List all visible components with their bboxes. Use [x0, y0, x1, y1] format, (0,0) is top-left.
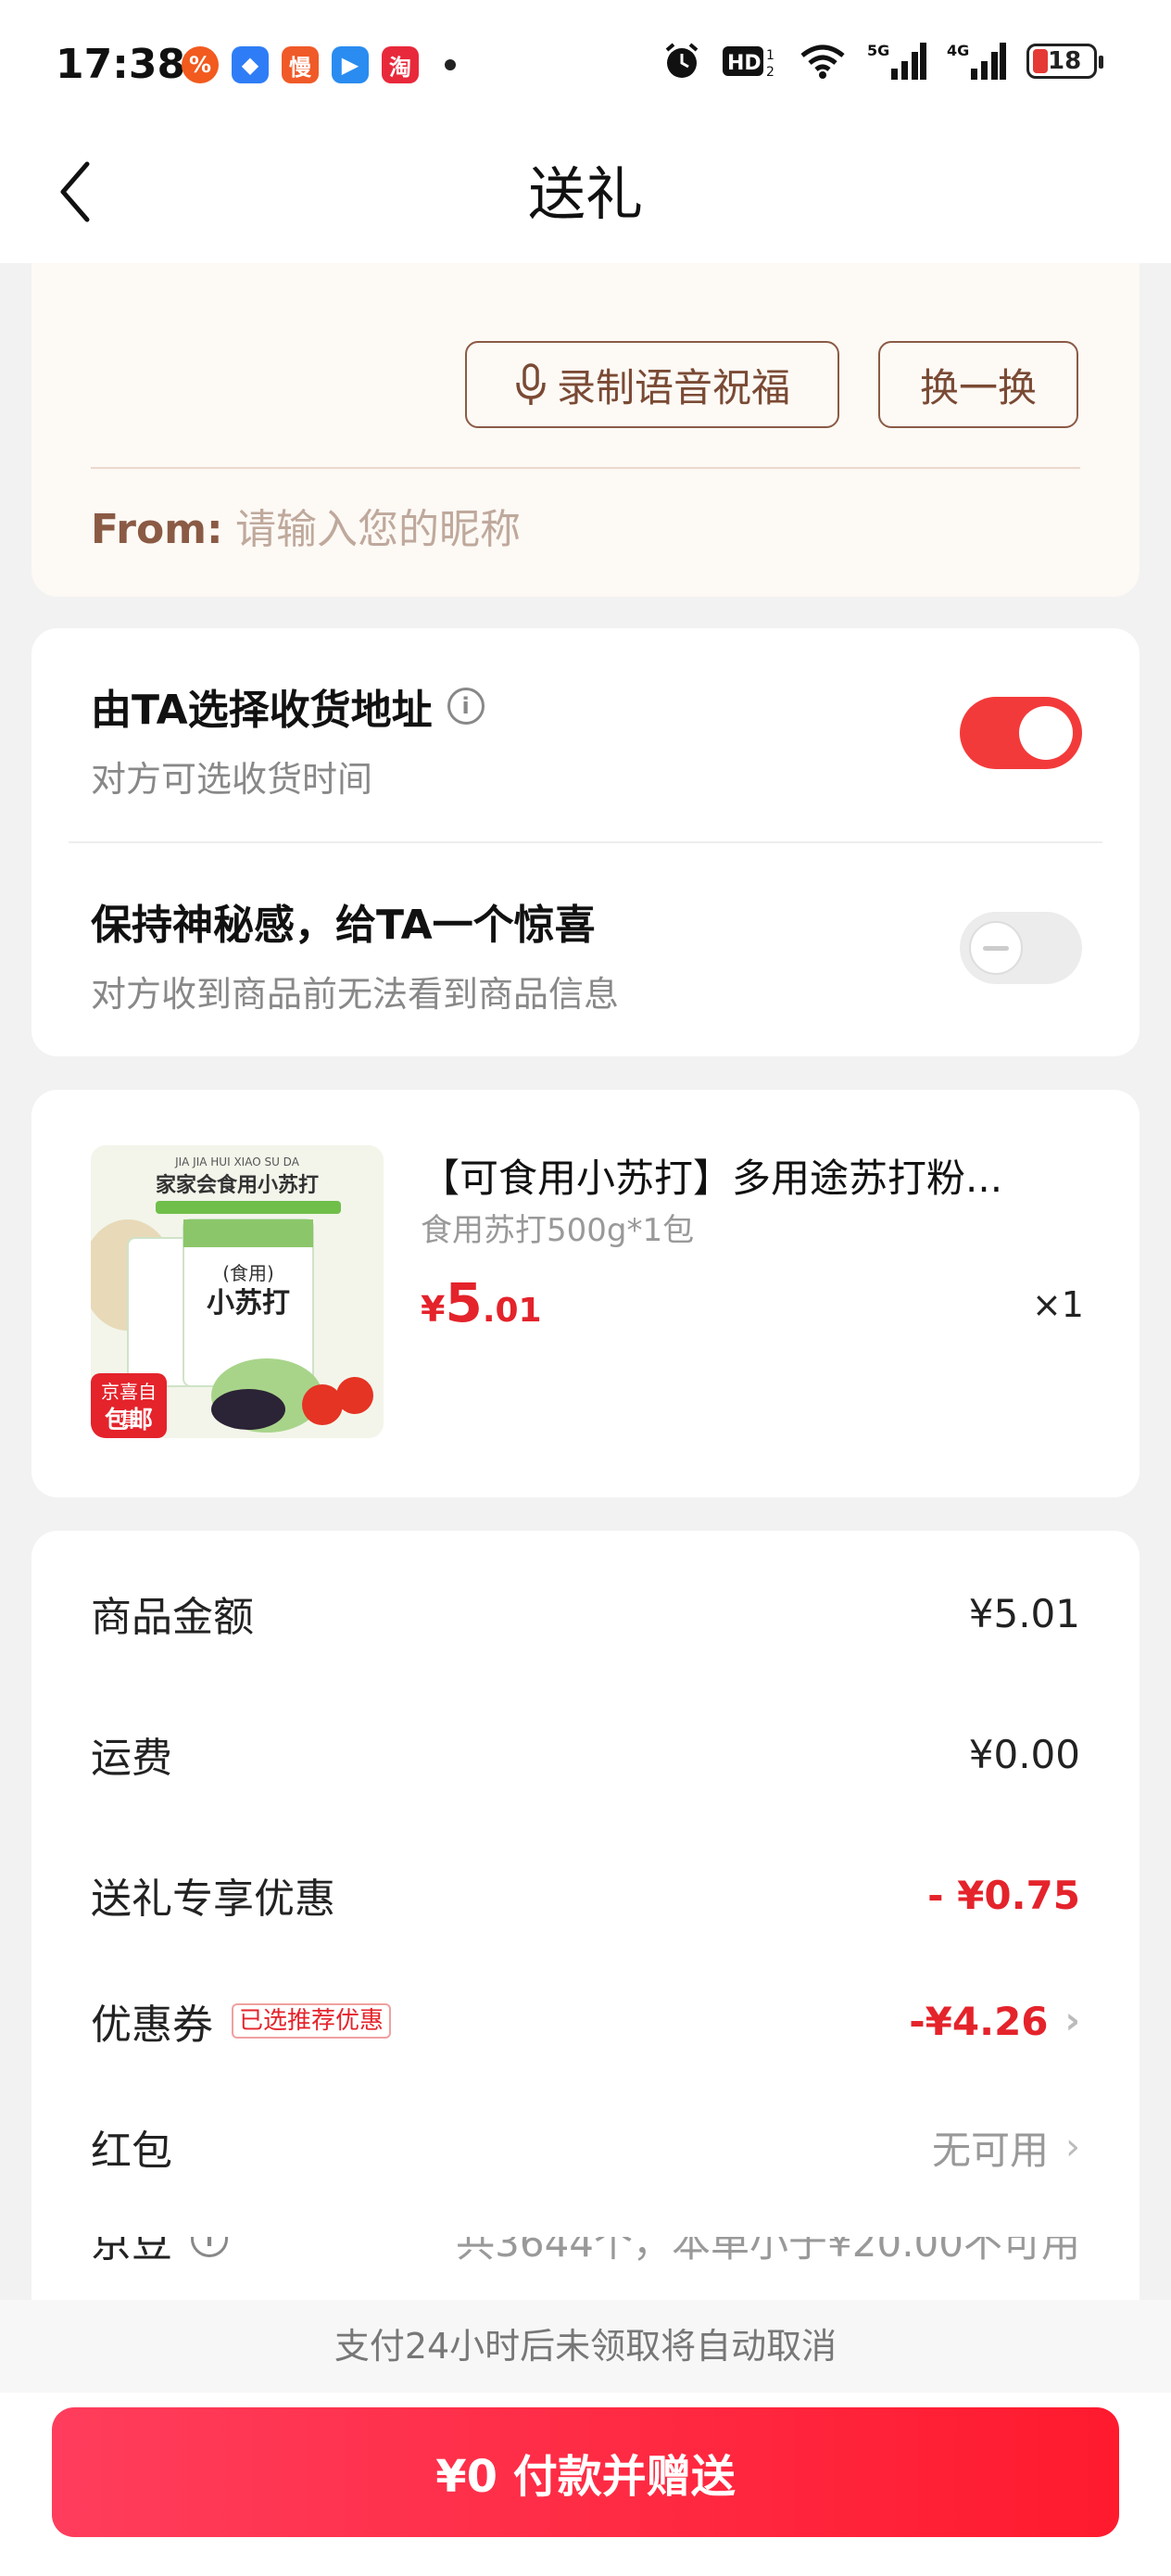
info-icon[interactable]: i: [447, 688, 485, 725]
swap-message-button[interactable]: 换一换: [878, 341, 1078, 428]
hd-icon: HD 1 2: [723, 46, 774, 80]
product-image-pack-label: (食用): [222, 1262, 274, 1284]
signal-5g-icon: 5G: [867, 42, 926, 80]
gift-options-card: 由TA选择收货地址 i 对方可选收货时间 保持神秘感，给TA一个惊喜 对方收到商…: [31, 628, 1140, 1056]
info-icon[interactable]: i: [191, 2237, 228, 2257]
recommended-coupon-tag: 已选推荐优惠: [232, 2003, 392, 2039]
option-recipient-address-title: 由TA选择收货地址 i: [91, 676, 485, 736]
summary-row-goods-amount: 商品金额 ¥5.01: [91, 1590, 1080, 1642]
microphone-icon: [516, 363, 546, 405]
nav-bar: 送礼: [0, 130, 1171, 263]
greeting-card: 录制语音祝福 换一换 From:: [31, 263, 1140, 597]
auto-cancel-notice: 支付24小时后未领取将自动取消: [0, 2300, 1171, 2393]
option-mystery-title: 保持神秘感，给TA一个惊喜: [91, 902, 596, 949]
product-quantity: ×1: [1031, 1284, 1084, 1325]
svg-text:1: 1: [766, 48, 774, 63]
signal-4g-icon: 4G: [947, 42, 1006, 80]
alarm-icon: [665, 43, 699, 78]
product-image-top-line: JIA JIA HUI XIAO SU DA: [174, 1155, 300, 1168]
product-image-brand: 家家会食用小苏打: [156, 1173, 319, 1197]
nickname-input[interactable]: [235, 497, 995, 562]
bottom-bar: ¥0 付款并赠送: [0, 2393, 1171, 2576]
summary-row-gift-discount: 送礼专享优惠 - ¥0.75: [91, 1872, 1080, 1924]
swap-message-label: 换一换: [919, 365, 1037, 410]
more-notifications-dot: [445, 59, 456, 70]
product-spec: 食用苏打500g*1包: [421, 1212, 695, 1249]
battery-level: 18: [1048, 47, 1082, 75]
divider: [91, 467, 1080, 469]
status-app-icons: % ◆ 慢 ▶ 淘: [182, 46, 456, 83]
summary-row-jd-beans[interactable]: 京豆 i 共3644个，本单小于¥20.00不可用: [91, 2237, 1080, 2268]
from-label: From:: [91, 506, 223, 553]
product-badge-bottom: 包邮: [104, 1407, 153, 1434]
app-blue-icon: ◆: [232, 46, 269, 83]
record-voice-button[interactable]: 录制语音祝福: [465, 341, 839, 428]
record-voice-label: 录制语音祝福: [556, 365, 790, 410]
battery-icon: 18: [1026, 44, 1103, 79]
option-recipient-address-subtitle: 对方可选收货时间: [91, 759, 373, 800]
pay-and-gift-button[interactable]: ¥0 付款并赠送: [52, 2407, 1119, 2537]
status-time: 17:38: [56, 41, 186, 88]
app-orange-icon: %: [182, 46, 219, 83]
product-name: 【可食用小苏打】多用途苏打粉...: [421, 1155, 1003, 1201]
mystery-toggle[interactable]: [960, 912, 1082, 984]
app-man-icon: 慢: [282, 46, 319, 83]
product-image: JIA JIA HUI XIAO SU DA 家家会食用小苏打 (食用) 小苏打…: [91, 1145, 384, 1438]
status-indicators: HD 1 2 5G 4G 18: [661, 41, 1103, 82]
page-title: 送礼: [527, 160, 643, 228]
chevron-right-icon: ›: [1065, 2126, 1080, 2168]
divider: [69, 841, 1102, 843]
recipient-address-toggle[interactable]: [960, 697, 1082, 769]
summary-row-coupon[interactable]: 优惠券 已选推荐优惠 -¥4.26 ›: [91, 1989, 1080, 2053]
product-card[interactable]: JIA JIA HUI XIAO SU DA 家家会食用小苏打 (食用) 小苏打…: [31, 1090, 1140, 1497]
app-taobao-icon: 淘: [382, 46, 419, 83]
svg-text:4G: 4G: [947, 42, 969, 59]
summary-row-red-packet[interactable]: 红包 无可用 ›: [91, 2115, 1080, 2179]
svg-text:5G: 5G: [867, 42, 889, 59]
option-mystery-subtitle: 对方收到商品前无法看到商品信息: [91, 974, 620, 1015]
svg-text:2: 2: [766, 65, 774, 80]
status-bar: 17:38 % ◆ 慢 ▶ 淘 HD 1 2 5G 4G 18: [0, 0, 1171, 130]
product-price: ¥ 5 .01: [421, 1271, 542, 1334]
svg-text:HD: HD: [727, 52, 762, 75]
summary-row-shipping: 运费 ¥0.00: [91, 1731, 1080, 1783]
product-image-pack-name: 小苏打: [207, 1287, 290, 1320]
chevron-right-icon: ›: [1064, 2000, 1080, 2042]
wifi-icon: [800, 44, 845, 79]
app-feishu-icon: ▶: [332, 46, 369, 83]
